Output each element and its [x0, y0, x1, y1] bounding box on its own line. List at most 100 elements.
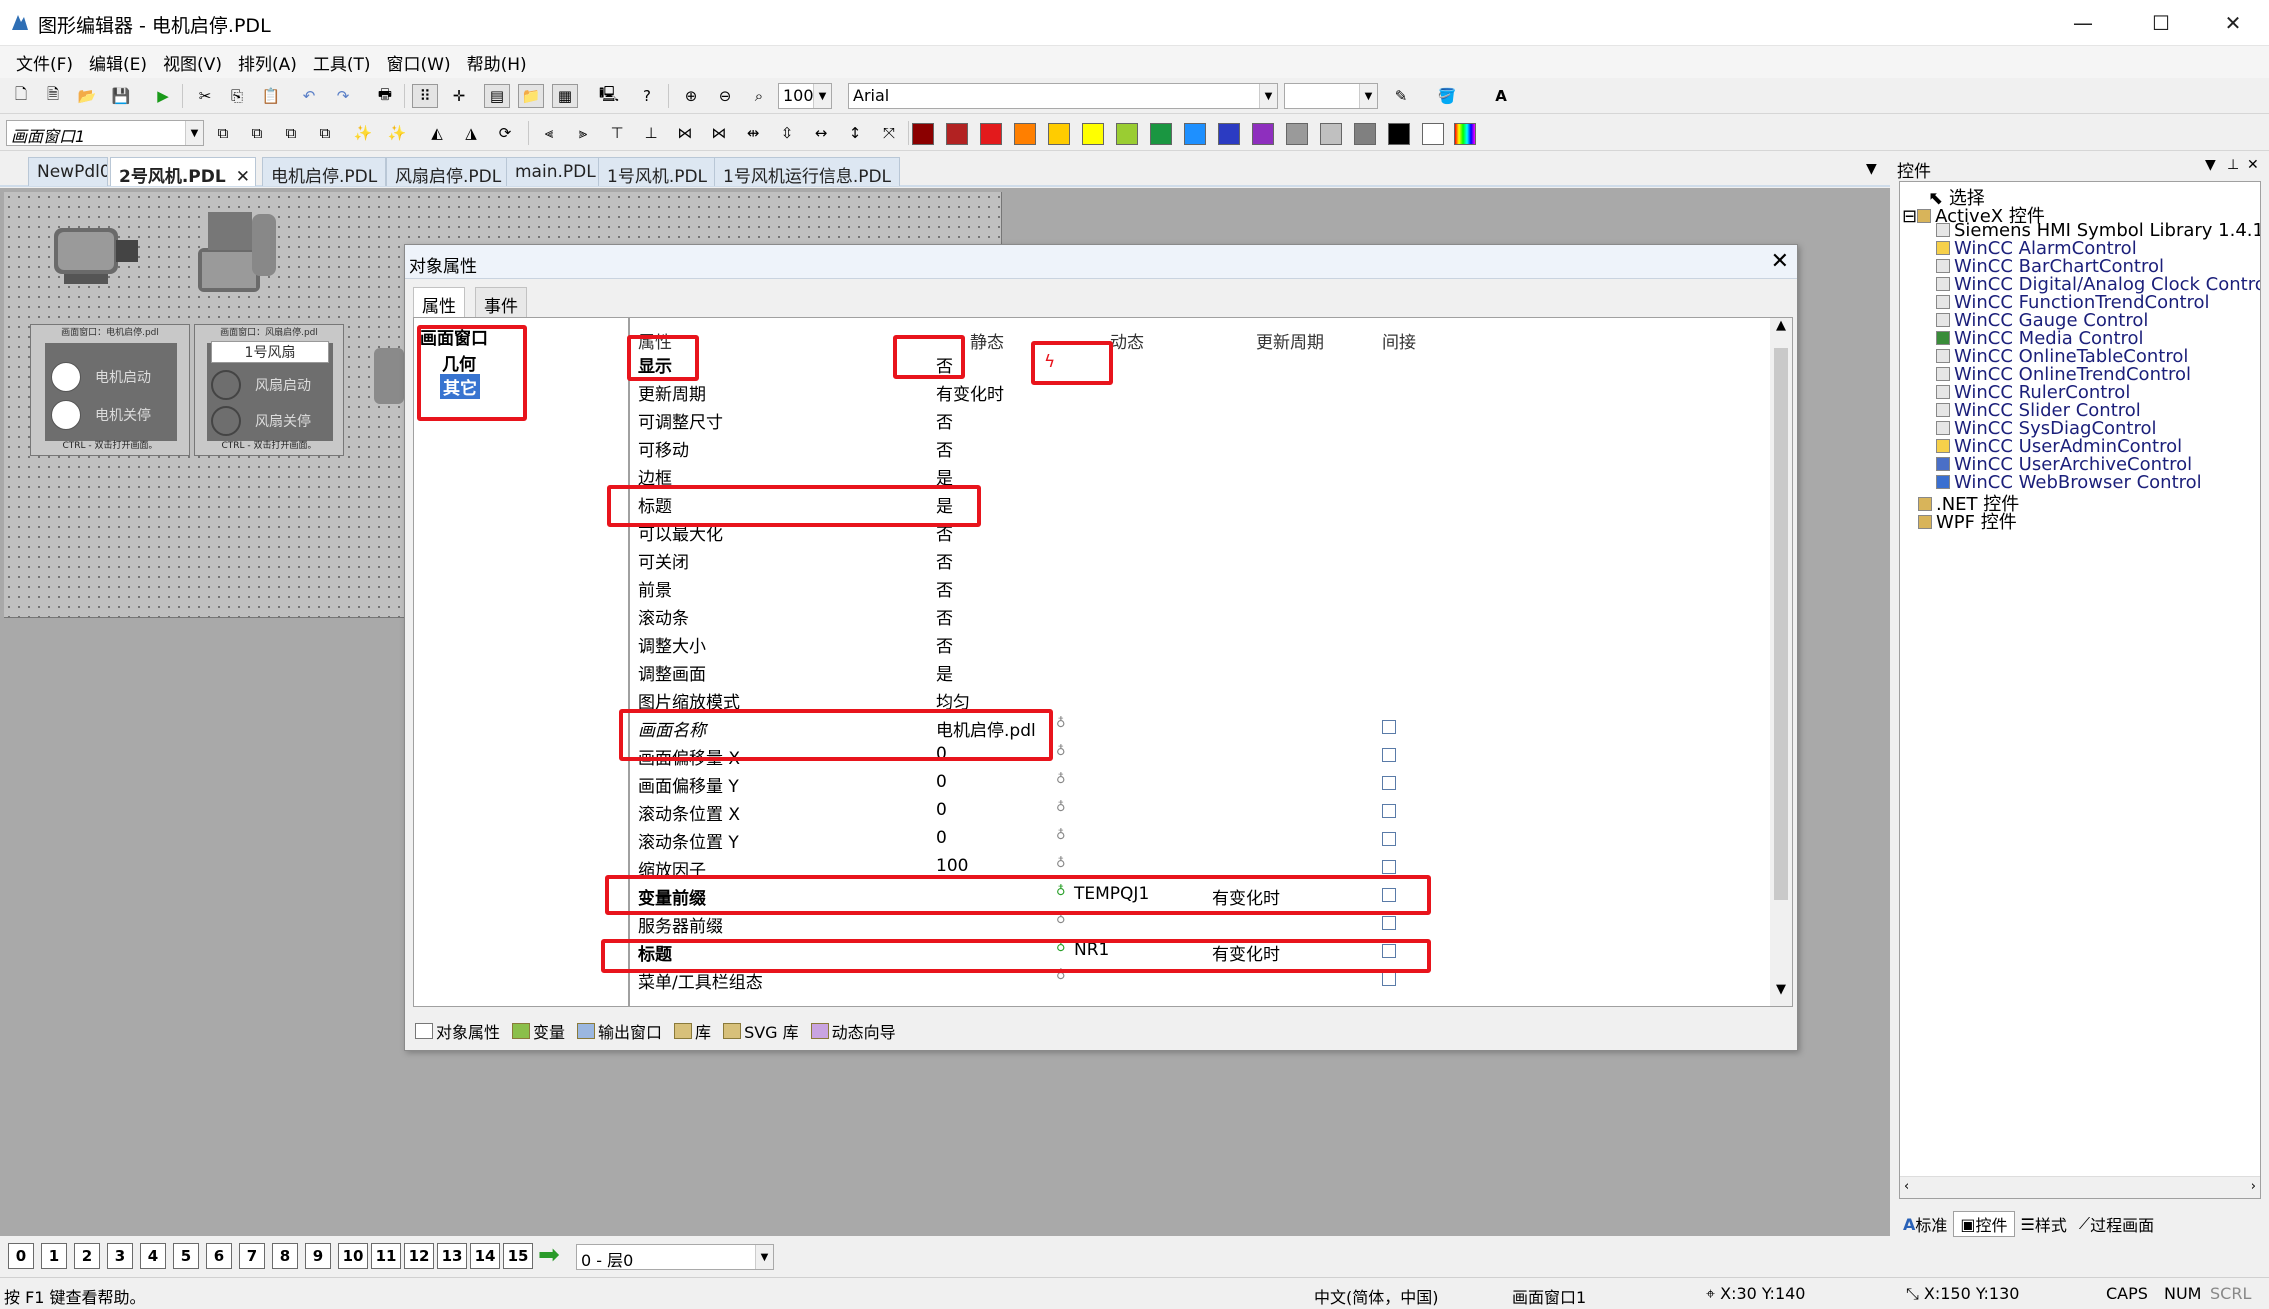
center-v-icon[interactable]: ⋈ [706, 121, 732, 145]
menu-tools[interactable]: 工具(T) [305, 50, 379, 75]
horizontal-scrollbar[interactable]: ‹ › [1900, 1176, 2260, 1198]
prop-static[interactable]: 否 [936, 436, 953, 461]
lightning-icon[interactable]: ϟ [1044, 352, 1055, 372]
indirect-checkbox[interactable] [1382, 916, 1396, 930]
layer-button[interactable]: 6 [206, 1243, 232, 1269]
indirect-checkbox[interactable] [1382, 748, 1396, 762]
palette-swatch[interactable] [980, 123, 1002, 145]
prop-static[interactable]: 0 [936, 772, 947, 792]
prop-static[interactable]: 否 [936, 576, 953, 601]
palette-swatch[interactable] [1014, 123, 1036, 145]
maximize-button[interactable]: ☐ [2128, 0, 2194, 46]
palette-swatch[interactable] [1354, 123, 1376, 145]
table-row[interactable]: 可关闭 否 [630, 546, 1760, 574]
palette-swatch[interactable] [1286, 123, 1308, 145]
distribute-h-icon[interactable]: ⇹ [740, 121, 766, 145]
copy-icon[interactable]: ⎘ [224, 84, 250, 108]
table-row[interactable]: 服务器前缀 ♁ [630, 910, 1760, 938]
prop-static[interactable]: 否 [936, 604, 953, 629]
tree-node-geometry[interactable]: 几何 [442, 350, 476, 375]
distribute-v-icon[interactable]: ⇳ [774, 121, 800, 145]
indirect-checkbox[interactable] [1382, 804, 1396, 818]
scroll-up-icon[interactable]: ▲ [1770, 318, 1792, 342]
snap-icon[interactable]: ✛ [446, 84, 472, 108]
object-combo[interactable]: 画面窗口1 ▼ [6, 120, 204, 146]
table-row[interactable]: 标题 ♁ NR1 有变化时 [630, 938, 1760, 966]
bring-front-icon[interactable]: ⧉ [210, 121, 236, 145]
layer-button[interactable]: 8 [272, 1243, 298, 1269]
prop-static[interactable]: 0 [936, 744, 947, 764]
bulb-icon[interactable]: ♁ [1056, 940, 1070, 958]
prop-dynamic[interactable]: TEMPQJ1 [1074, 884, 1149, 904]
palette-swatch[interactable] [1388, 123, 1410, 145]
same-size-icon[interactable]: ⤧ [876, 121, 902, 145]
prop-update[interactable]: 有变化时 [1212, 940, 1280, 965]
tree-node-other[interactable]: 其它 [440, 374, 480, 399]
tab-output-window[interactable]: 输出窗口 [571, 1017, 668, 1045]
layer-button[interactable]: 9 [305, 1243, 331, 1269]
font-color-icon[interactable]: A [1488, 84, 1514, 108]
prop-static[interactable]: 100 [936, 856, 968, 876]
bulb-icon[interactable]: ♁ [1056, 800, 1070, 818]
dialog-close-icon[interactable]: ✕ [1771, 249, 1789, 274]
motor-start-button[interactable]: 电机启动 [51, 361, 151, 393]
layer-button[interactable]: 10 [338, 1243, 368, 1269]
scroll-left-icon[interactable]: ‹ [1904, 1179, 1909, 1194]
dialog-titlebar[interactable]: 对象属性 ✕ [405, 245, 1797, 279]
menu-file[interactable]: 文件(F) [8, 50, 81, 75]
arrow-right-icon[interactable]: ➡ [538, 1240, 560, 1270]
prop-static[interactable]: 0 [936, 828, 947, 848]
library-view-icon[interactable]: 📁 [518, 84, 544, 108]
table-row[interactable]: 滚动条位置 X 0 ♁ [630, 798, 1760, 826]
prop-static[interactable]: 是 [936, 492, 953, 517]
cut-icon[interactable]: ✂ [192, 84, 218, 108]
zoom-fit-icon[interactable]: ⌕ [746, 84, 772, 108]
tab-fengshan-qiting[interactable]: 风扇启停.PDL [386, 157, 511, 187]
table-row[interactable]: 画面名称 电机启停.pdl ♁ [630, 714, 1760, 742]
tab-1hao-fengji[interactable]: 1号风机.PDL [598, 157, 717, 187]
palette-more-icon[interactable] [1454, 123, 1476, 145]
motor-stop-button[interactable]: 电机关停 [51, 399, 151, 431]
prop-update[interactable]: 有变化时 [1212, 884, 1280, 909]
tab-dynamic-wizard[interactable]: 动态向导 [805, 1017, 902, 1045]
tab-main[interactable]: main.PDL [506, 157, 605, 186]
font-combo[interactable]: Arial ▼ [848, 83, 1278, 109]
picture-window-motor[interactable]: 画面窗口：电机启停.pdl 电机启动 电机关停 CTRL - 双击打开画面。 [30, 324, 190, 456]
menu-help[interactable]: 帮助(H) [459, 50, 535, 75]
palette-swatch[interactable] [1184, 123, 1206, 145]
palette-swatch[interactable] [1082, 123, 1104, 145]
scroll-right-icon[interactable]: › [2251, 1179, 2256, 1194]
tab-tags[interactable]: 变量 [506, 1017, 571, 1045]
layer-button[interactable]: 3 [107, 1243, 133, 1269]
palette-view-icon[interactable]: ▦ [552, 84, 578, 108]
table-row[interactable]: 可移动 否 [630, 434, 1760, 462]
tab-dianji-qiting[interactable]: 电机启停.PDL [262, 157, 387, 187]
tabs-dropdown-icon[interactable]: ▼ [1866, 161, 1877, 177]
new-template-icon[interactable]: 🗎 [40, 84, 66, 108]
bulb-icon[interactable]: ♁ [1056, 744, 1070, 762]
properties-icon[interactable]: 🖳 [596, 84, 622, 108]
align-bottom-icon[interactable]: ⊥ [638, 121, 664, 145]
print-icon[interactable]: 🖶 [372, 84, 398, 108]
wand-icon[interactable]: ✨ [350, 121, 376, 145]
wand2-icon[interactable]: ✨ [384, 121, 410, 145]
menu-view[interactable]: 视图(V) [155, 50, 230, 75]
palette-swatch[interactable] [1320, 123, 1342, 145]
table-row[interactable]: 菜单/工具栏组态 ♁ [630, 966, 1760, 994]
table-row[interactable]: 可调整尺寸 否 [630, 406, 1760, 434]
layer-button[interactable]: 13 [437, 1243, 467, 1269]
tree-item-wpf[interactable]: WPF 控件 [1918, 508, 2017, 534]
prop-static[interactable]: 0 [936, 800, 947, 820]
tab-properties[interactable]: 属性 [413, 287, 465, 317]
layer-button[interactable]: 0 [8, 1243, 34, 1269]
prop-static[interactable]: 有变化时 [936, 380, 1004, 405]
panel-close-icon[interactable]: ✕ [2247, 157, 2259, 173]
run-icon[interactable]: ▶ [150, 84, 176, 108]
prop-static[interactable]: 否 [936, 548, 953, 573]
table-row[interactable]: 缩放因子 100 ♁ [630, 854, 1760, 882]
scroll-down-icon[interactable]: ▼ [1770, 982, 1792, 1006]
prop-static[interactable]: 均匀 [936, 688, 970, 713]
close-button[interactable]: ✕ [2200, 0, 2266, 46]
center-h-icon[interactable]: ⋈ [672, 121, 698, 145]
layer-button[interactable]: 7 [239, 1243, 265, 1269]
